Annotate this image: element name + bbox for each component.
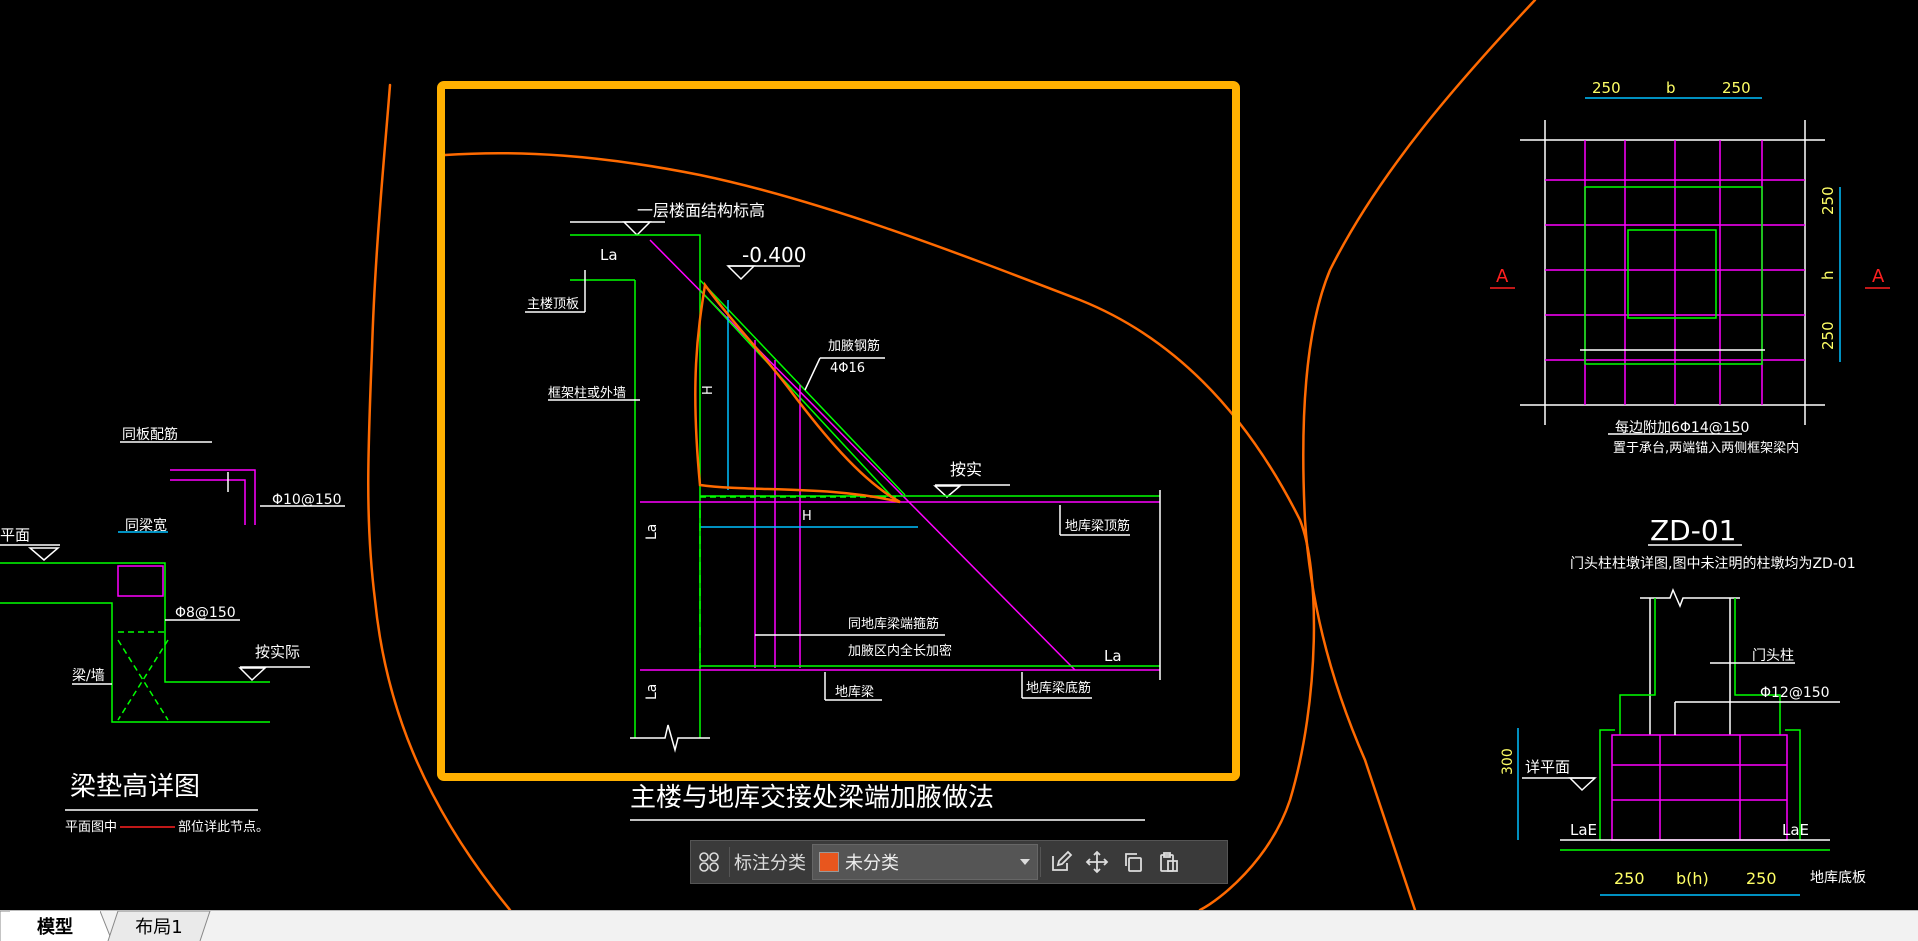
right-top-detail: 250 b 250 250 h 250 A A 每边附加6Φ14@150 置于承…	[1490, 79, 1890, 456]
section-a-left: A	[1496, 266, 1509, 287]
dim-250-c: 250	[1819, 186, 1837, 215]
label-4phi16: 4Φ16	[830, 361, 865, 376]
category-color-swatch	[819, 852, 839, 872]
left-note-prefix: 平面图中	[65, 820, 117, 835]
label-la-1: La	[600, 246, 618, 264]
left-detail: 同板配筋 Φ10@150 平面 同梁宽 Φ8@150 梁/墙 按实际 梁垫高详图…	[0, 426, 345, 835]
chevron-down-icon	[1020, 859, 1030, 865]
edit-icon[interactable]	[1043, 844, 1079, 880]
tab-model[interactable]: 模型	[10, 911, 100, 941]
dim-h: h	[1819, 270, 1837, 280]
label-dense-zone: 加腋区内全长加密	[848, 643, 952, 659]
label-as-built: 按实际	[255, 643, 300, 661]
move-icon[interactable]	[1079, 844, 1115, 880]
label-h-vertical: H	[701, 385, 716, 395]
label-plan: 平面	[0, 526, 30, 544]
annotation-category-label: 标注分类	[734, 853, 806, 874]
label-la-3: La	[1104, 647, 1122, 665]
copy-icon[interactable]	[1115, 844, 1151, 880]
label-phi8: Φ8@150	[175, 605, 236, 621]
label-anchor-note: 置于承台,两端锚入两侧框架梁内	[1613, 440, 1799, 456]
dim-250-d: 250	[1819, 321, 1837, 350]
label-door-column: 门头柱	[1752, 648, 1794, 664]
zd-title: ZD-01	[1650, 514, 1736, 547]
dim-250-a: 250	[1592, 79, 1621, 97]
cad-drawing-canvas[interactable]: 同板配筋 Φ10@150 平面 同梁宽 Φ8@150 梁/墙 按实际 梁垫高详图…	[0, 0, 1918, 910]
label-lae-right: LaE	[1782, 821, 1809, 839]
left-note-suffix: 部位详此节点。	[178, 820, 269, 835]
layout-tab-bar: 模型 布局1	[0, 910, 1918, 941]
label-elevation-value: -0.400	[742, 243, 806, 267]
paste-icon[interactable]	[1151, 844, 1187, 880]
annotation-toolbar: 标注分类 未分类	[690, 840, 1228, 884]
dim-250-f: 250	[1746, 869, 1777, 888]
dim-bh: b(h)	[1676, 869, 1709, 888]
label-floor-elevation: 一层楼面结构标高	[637, 201, 765, 220]
label-same-slab: 同板配筋	[122, 426, 178, 443]
toolbar-separator	[729, 847, 730, 877]
label-lae-left: LaE	[1570, 821, 1597, 839]
grid-icon[interactable]	[691, 844, 727, 880]
zd-subtitle: 门头柱柱墩详图,图中未注明的柱墩均为ZD-01	[1570, 556, 1856, 572]
label-garage-beam: 地库梁	[835, 684, 874, 700]
label-la-2: La	[644, 524, 660, 540]
label-beam-wall: 梁/墙	[72, 668, 105, 684]
label-garage-beam-top: 地库梁顶筋	[1065, 518, 1130, 534]
left-detail-title: 梁垫高详图	[70, 772, 200, 802]
label-phi12: Φ12@150	[1760, 685, 1830, 701]
category-select-value: 未分类	[845, 853, 899, 874]
label-h-horizontal: H	[802, 509, 812, 524]
center-detail-title: 主楼与地库交接处梁端加腋做法	[630, 783, 994, 813]
label-as-built-2: 按实	[950, 460, 982, 479]
label-garage-beam-bottom: 地库梁底筋	[1026, 680, 1091, 696]
label-see-plan: 详平面	[1525, 758, 1570, 776]
tab-layout1[interactable]: 布局1	[118, 911, 200, 941]
label-stirrup: 同地库梁端箍筋	[848, 616, 939, 632]
dim-300: 300	[1500, 748, 1516, 775]
toolbar-separator	[1040, 847, 1041, 877]
label-haunch-bar: 加腋钢筋	[828, 338, 880, 354]
dim-250-e: 250	[1614, 869, 1645, 888]
section-a-right: A	[1872, 266, 1885, 287]
dim-250-b: 250	[1722, 79, 1751, 97]
right-bottom-detail: ZD-01 门头柱柱墩详图,图中未注明的柱墩均为ZD-01 门头柱 Φ12@15…	[1500, 514, 1866, 896]
dim-b: b	[1666, 79, 1676, 97]
label-la-4: La	[644, 684, 660, 700]
label-garage-slab: 地库底板	[1810, 870, 1866, 886]
label-main-slab: 主楼顶板	[527, 297, 579, 312]
annotation-category-select[interactable]: 未分类	[812, 844, 1038, 880]
label-frame-column: 框架柱或外墙	[548, 386, 626, 401]
